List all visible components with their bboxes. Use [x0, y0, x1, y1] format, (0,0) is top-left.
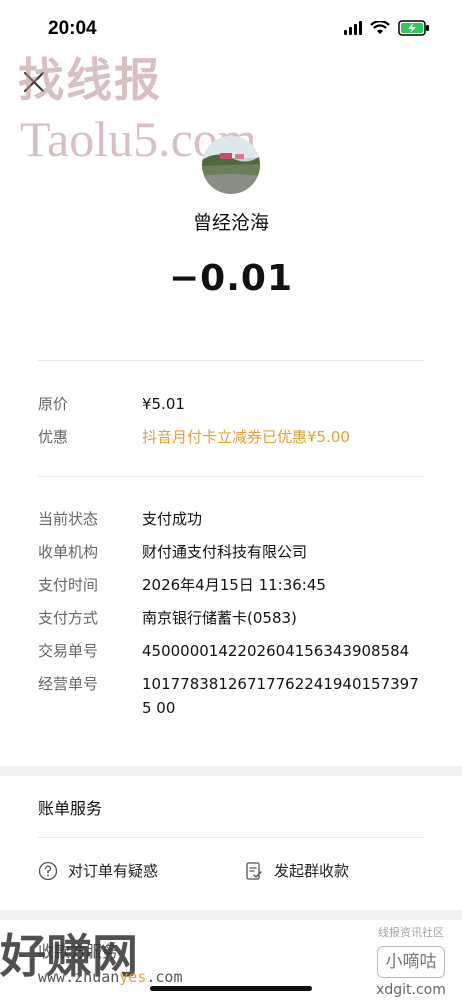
row-value: ¥5.01 — [142, 395, 185, 413]
bill-services-title: 账单服务 — [38, 799, 103, 818]
watermark-top-cn: 找线报 — [18, 53, 162, 107]
row-label: 交易单号 — [38, 642, 99, 660]
group-collect-button[interactable]: 发起群收款 — [244, 860, 349, 881]
watermark-site-part: .com — [146, 968, 183, 986]
section-separator — [0, 910, 462, 920]
row-label: 原价 — [38, 395, 69, 413]
group-collect-icon — [246, 861, 262, 880]
cellular-signal-icon — [344, 21, 362, 35]
row-value[interactable]: 101778381267177622419401573975 00 — [142, 672, 428, 720]
service-label: 发起群收款 — [274, 862, 350, 880]
status-time: 20:04 — [48, 18, 97, 39]
row-label: 收单机构 — [38, 543, 99, 561]
payee-avatar — [202, 136, 260, 194]
row-value[interactable]: 4500000142202604156343908584 — [142, 639, 424, 663]
question-circle-icon — [38, 861, 58, 880]
row-label: 支付时间 — [38, 576, 99, 594]
divider — [38, 837, 424, 838]
status-icons — [344, 20, 430, 36]
discount-value: 抖音月付卡立减券已优惠¥5.00 — [142, 428, 350, 446]
row-label: 支付方式 — [38, 609, 99, 627]
row-value: 2026年4月15日 11:36:45 — [142, 576, 326, 594]
row-value: 财付通支付科技有限公司 — [142, 543, 308, 561]
divider — [38, 360, 424, 361]
row-label: 经营单号 — [38, 675, 99, 693]
home-indicator[interactable] — [150, 986, 312, 991]
order-question-button[interactable]: 对订单有疑惑 — [38, 860, 158, 881]
watermark-bottom-site: www.zhuanyes.com — [38, 968, 183, 986]
watermark-right-domain: xdgit.com — [376, 982, 446, 998]
watermark-site-part: yes — [119, 968, 147, 986]
payment-amount: −0.01 — [169, 258, 293, 299]
row-value: 支付成功 — [142, 510, 203, 528]
watermark-right: 线报资讯社区 小嘀咕 xdgit.com — [370, 924, 452, 998]
row-label: 当前状态 — [38, 510, 99, 528]
section-separator — [0, 766, 462, 776]
service-label: 对订单有疑惑 — [68, 862, 159, 880]
wifi-icon — [370, 21, 390, 35]
row-value: 南京银行储蓄卡(0583) — [142, 609, 297, 627]
battery-charging-icon — [398, 20, 430, 36]
payee-name: 曾经沧海 — [192, 212, 269, 234]
watermark-right-small: 线报资讯社区 — [378, 926, 444, 939]
watermark-right-box: 小嘀咕 — [377, 946, 445, 978]
row-label: 优惠 — [38, 428, 69, 446]
divider — [38, 476, 424, 477]
watermark-site-part: www.zhuan — [38, 968, 120, 986]
